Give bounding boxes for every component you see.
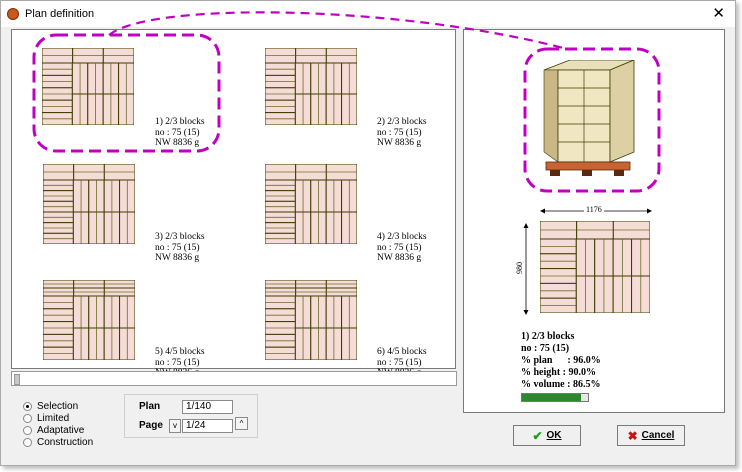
plan-definition-window: Plan definition ✕ 1) 2/3 blocks no : 75 (…: [0, 0, 736, 466]
plan-thumb-4[interactable]: [264, 163, 358, 245]
radio-selection[interactable]: [23, 401, 32, 411]
mode-adaptative[interactable]: Adaptative: [23, 424, 84, 436]
cancel-x-icon: ✖: [627, 428, 638, 443]
plans-panel: 1) 2/3 blocks no : 75 (15) NW 8836 g 2) 2/…: [11, 29, 456, 378]
page-down-button[interactable]: v: [169, 419, 181, 433]
preview-height-pct: % height : 90.0%: [521, 367, 596, 378]
plan-caption-5: 5) 4/5 blocksno : 75 (15)NW 8836 g: [155, 347, 205, 378]
plan-thumb-3[interactable]: [42, 163, 136, 245]
plan-thumb-6[interactable]: [264, 279, 358, 361]
mode-selection[interactable]: Selection: [23, 400, 78, 412]
pallet-layout-svg: [42, 279, 136, 361]
page-field[interactable]: 1/24: [182, 419, 233, 433]
preview-plan-layout: [539, 220, 651, 314]
close-icon[interactable]: ✕: [712, 4, 725, 22]
cancel-button[interactable]: ✖ Cancel: [617, 425, 685, 446]
pallet-layout-svg: [264, 279, 358, 361]
pallet-layout-svg: [42, 163, 136, 245]
progress-fill: [522, 394, 582, 401]
plan-caption-1: 1) 2/3 blocks no : 75 (15) NW 8836 g: [155, 117, 205, 148]
pallet-3d-front-faces: [557, 69, 611, 163]
page-label: Page: [139, 420, 163, 431]
plan-caption-2: 2) 2/3 blocks no : 75 (15) NW 8836 g: [377, 117, 427, 148]
mode-limited[interactable]: Limited: [23, 412, 69, 424]
preview-title: 1) 2/3 blocks: [521, 331, 575, 342]
mode-construction[interactable]: Construction: [23, 436, 93, 448]
width-dimension-label: 1176: [584, 205, 604, 214]
pallet-layout-svg: [41, 47, 135, 126]
preview-no: no : 75 (15): [521, 343, 570, 354]
pallet-layout-svg: [539, 220, 651, 314]
app-icon: [7, 8, 19, 20]
radio-adaptative[interactable]: [23, 425, 32, 435]
preview-volume-pct: % volume : 86.5%: [521, 379, 601, 390]
title-bar: Plan definition ✕: [1, 1, 735, 27]
ok-button[interactable]: ✔ OK: [513, 425, 581, 446]
plan-thumb-2[interactable]: [264, 47, 358, 126]
plan-field[interactable]: 1/140: [182, 400, 233, 414]
plan-thumb-1[interactable]: [41, 47, 135, 126]
preview-plan-pct: % plan : 96.0%: [521, 355, 601, 366]
window-title: Plan definition: [25, 8, 95, 20]
plan-caption-6: 6) 4/5 blocksno : 75 (15)NW 8836 g: [377, 347, 427, 378]
plans-scrollbar[interactable]: [11, 371, 457, 386]
pallet-layout-svg: [264, 47, 358, 126]
pallet-3d-icon: [543, 60, 635, 176]
scrollbar-thumb[interactable]: [14, 374, 20, 385]
plan-caption-4: 4) 2/3 blocks no : 75 (15) NW 8836 g: [377, 232, 427, 263]
pallet-layout-svg: [264, 163, 358, 245]
depth-dimension-label: 980: [515, 262, 524, 274]
page-up-button[interactable]: ^: [235, 417, 248, 430]
check-icon: ✔: [532, 428, 543, 443]
plan-thumb-5[interactable]: [42, 279, 136, 361]
radio-construction[interactable]: [23, 437, 32, 447]
progress-bar: [521, 393, 589, 402]
plan-caption-3: 3) 2/3 blocks no : 75 (15) NW 8836 g: [155, 232, 205, 263]
plan-label: Plan: [139, 401, 161, 412]
radio-limited[interactable]: [23, 413, 32, 423]
